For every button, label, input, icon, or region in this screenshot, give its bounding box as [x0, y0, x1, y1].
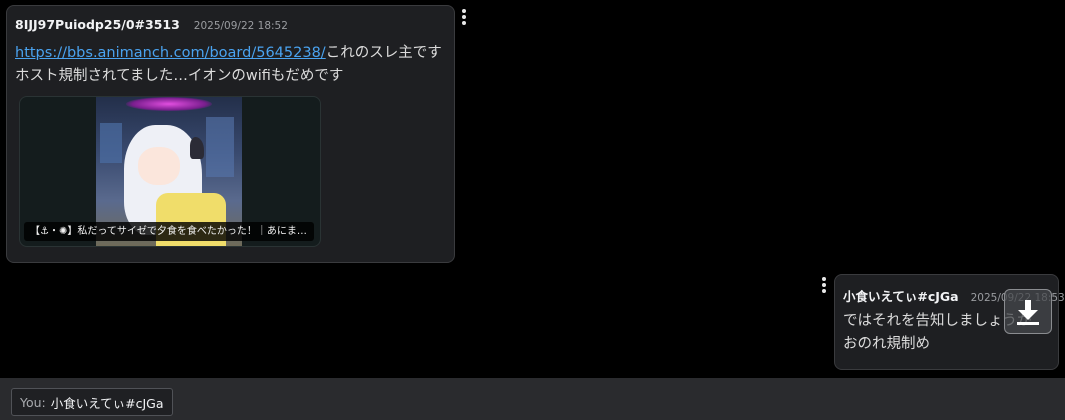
- download-button[interactable]: [1004, 289, 1052, 334]
- chat-page: 8IJJ97Puiodp25/0#3513 2025/09/22 18:52 h…: [0, 0, 1065, 420]
- footer-bar: You: 小食いえてぃ#cJGa: [0, 378, 1065, 420]
- current-user-chip[interactable]: You: 小食いえてぃ#cJGa: [11, 388, 173, 416]
- you-label: You:: [20, 394, 46, 410]
- more-vertical-icon[interactable]: [459, 8, 469, 26]
- message-bubble: 8IJJ97Puiodp25/0#3513 2025/09/22 18:52 h…: [6, 5, 455, 263]
- message-line: ホスト規制されてました…イオンのwifiもだめです: [15, 68, 344, 84]
- download-icon: [1017, 299, 1039, 325]
- message-line: おのれ規制め: [843, 336, 930, 352]
- preview-title: 【⚓・✺】私だってサイゼで夕食を食べたかった！｜あにまん掲…: [24, 222, 314, 241]
- message-link[interactable]: https://bbs.animanch.com/board/5645238/: [15, 45, 326, 61]
- message-header: 8IJJ97Puiodp25/0#3513 2025/09/22 18:52: [15, 17, 288, 32]
- link-preview-embed[interactable]: 【⚓・✺】私だってサイゼで夕食を食べたかった！｜あにまん掲…: [19, 96, 321, 247]
- message-timestamp: 2025/09/22 18:52: [193, 20, 288, 32]
- message-line: https://bbs.animanch.com/board/5645238/こ…: [15, 42, 442, 65]
- message-line-suffix: これのスレ主です: [325, 45, 442, 61]
- message-author: 小食いえてぃ#cJGa: [843, 289, 959, 304]
- message-text: https://bbs.animanch.com/board/5645238/こ…: [15, 42, 442, 88]
- current-user-name: 小食いえてぃ#cJGa: [50, 395, 164, 411]
- more-vertical-icon[interactable]: [819, 276, 829, 294]
- message-author: 8IJJ97Puiodp25/0#3513: [15, 17, 180, 32]
